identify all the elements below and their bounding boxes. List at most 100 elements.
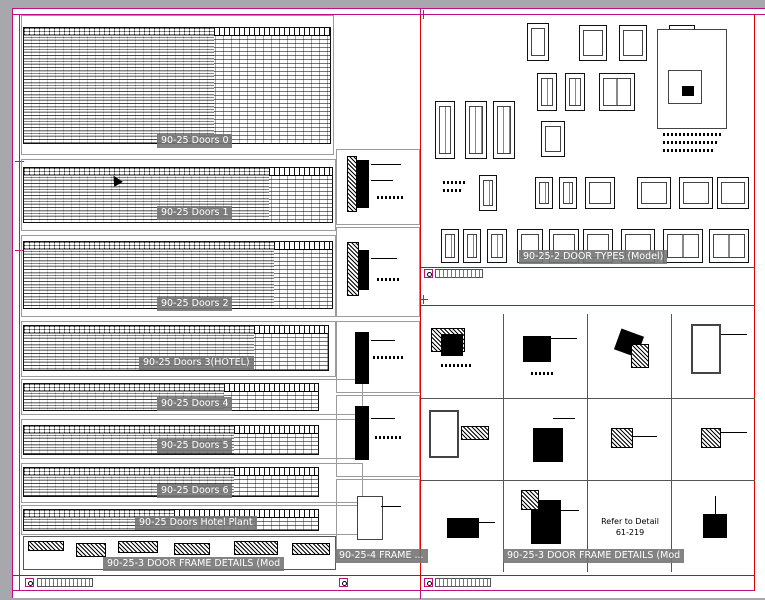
frame-section <box>359 250 369 290</box>
leader-line <box>721 334 747 335</box>
notes-text <box>663 141 719 144</box>
frame-detail-viewport[interactable] <box>336 227 420 317</box>
door-elevation <box>717 177 749 209</box>
detail-reference-line-1: Refer to Detail <box>601 517 659 526</box>
schedule-body <box>24 242 274 308</box>
detail-section <box>429 410 459 458</box>
leader-line <box>371 418 395 419</box>
detail-section <box>691 324 721 374</box>
door-elevation <box>479 175 497 211</box>
grid-line <box>421 398 755 399</box>
note-text <box>375 436 403 439</box>
leader-line <box>553 418 575 419</box>
door-elevation <box>535 177 553 209</box>
viewport-label-doors-0[interactable]: 90-25 Doors 0 <box>157 134 233 148</box>
grid-line <box>421 480 755 481</box>
schedule-doors-0[interactable] <box>23 27 331 144</box>
door-elevation <box>435 101 455 159</box>
notes-text <box>443 181 465 184</box>
detail-thumb <box>76 543 106 557</box>
detail-reference-note: Refer to Detail 61-219 <box>597 516 663 538</box>
schedule-body <box>24 28 214 143</box>
note-text <box>441 364 471 367</box>
leader-line <box>721 432 747 433</box>
door-elevation <box>709 229 749 263</box>
door-elevation <box>565 73 585 111</box>
door-elevation <box>441 229 459 263</box>
door-elevation <box>559 177 577 209</box>
door-elevation <box>585 177 615 209</box>
detail-thumb <box>118 541 158 553</box>
note-text <box>373 356 403 359</box>
detail-section <box>447 518 479 538</box>
door-elevation <box>487 229 507 263</box>
viewport-label-frame-details-left[interactable]: 90-25-3 DOOR FRAME DETAILS (Mod <box>103 557 285 571</box>
door-elevation <box>579 25 607 61</box>
notes-text <box>663 133 723 136</box>
door-elevation <box>599 73 635 111</box>
grid-line <box>503 314 504 572</box>
viewport-label-doors-2[interactable]: 90-25 Doors 2 <box>157 297 233 311</box>
door-elevation <box>541 121 565 157</box>
detail-section <box>461 426 489 440</box>
hardware-block <box>682 86 694 96</box>
viewport-label-door-types[interactable]: 90-25-2 DOOR TYPES (Model) <box>519 250 668 264</box>
detail-thumb <box>292 543 330 555</box>
door-elevation <box>527 23 549 61</box>
drawing-sheet[interactable]: 90-25 Doors 0 90-25 Doors 1 90-25 Doors … <box>12 8 765 599</box>
frame-section <box>355 332 369 384</box>
notes-text <box>663 149 713 152</box>
door-types-viewport[interactable] <box>423 17 753 265</box>
detail-section <box>523 336 551 362</box>
frame-detail-viewport[interactable] <box>336 479 420 559</box>
viewport-label-doors-1[interactable]: 90-25 Doors 1 <box>157 206 233 220</box>
frame-detail-viewport[interactable] <box>336 395 420 477</box>
leader-line <box>371 180 393 181</box>
detail-section <box>701 428 721 448</box>
viewport-label-doors-5[interactable]: 90-25 Doors 5 <box>157 439 233 453</box>
viewport-label-frame-details-right[interactable]: 90-25-3 DOOR FRAME DETAILS (Mod <box>503 549 685 563</box>
leader-line <box>371 258 397 259</box>
crosshair-icon <box>419 295 428 304</box>
viewport-label-doors-3[interactable]: 90-25 Doors 3(HOTEL) <box>139 356 254 370</box>
wall-hatch <box>347 242 359 296</box>
note-text <box>377 278 401 281</box>
detail-thumb <box>28 541 64 551</box>
viewport-border-types <box>420 267 755 268</box>
sheet-border-left <box>19 14 20 591</box>
viewport-border-bottom <box>13 575 755 576</box>
viewport-label-doors-4[interactable]: 90-25 Doors 4 <box>157 397 233 411</box>
leader-line <box>473 522 495 523</box>
view-tag-icon[interactable] <box>25 578 34 587</box>
viewport-label-doors-hotel-plant[interactable]: 90-25 Doors Hotel Plant <box>135 516 257 530</box>
frame-detail-viewport[interactable] <box>336 321 420 393</box>
view-tag-icon[interactable] <box>424 578 433 587</box>
detail-section <box>631 344 649 368</box>
door-elevation <box>619 25 647 61</box>
view-tag-icon[interactable] <box>424 269 433 278</box>
detail-section <box>533 428 563 462</box>
door-elevation <box>637 177 671 209</box>
note-text <box>531 372 555 375</box>
door-elevation <box>493 101 515 159</box>
frame-section <box>355 406 369 460</box>
door-elevation <box>463 229 481 263</box>
detail-section <box>703 514 727 538</box>
viewport-label-doors-6[interactable]: 90-25 Doors 6 <box>157 484 233 498</box>
frame-detail-viewport[interactable] <box>336 149 420 225</box>
leader-line <box>371 164 401 165</box>
detail-section <box>611 428 633 448</box>
view-tag-icon[interactable] <box>339 578 348 587</box>
door-elevation <box>663 229 703 263</box>
view-title-bar <box>435 269 483 278</box>
frame-profile <box>357 496 383 540</box>
leader-line <box>633 436 657 437</box>
leader-line <box>559 510 579 511</box>
note-text <box>377 196 403 199</box>
viewport-label-frame-details-4[interactable]: 90-25-4 FRAME ... <box>335 549 428 563</box>
frame-details-grid[interactable]: Refer to Detail 61-219 <box>421 314 755 572</box>
grid-line <box>671 314 672 572</box>
leader-line <box>715 496 716 516</box>
detail-reference-line-2: 61-219 <box>615 528 645 537</box>
frame-section <box>357 160 369 208</box>
